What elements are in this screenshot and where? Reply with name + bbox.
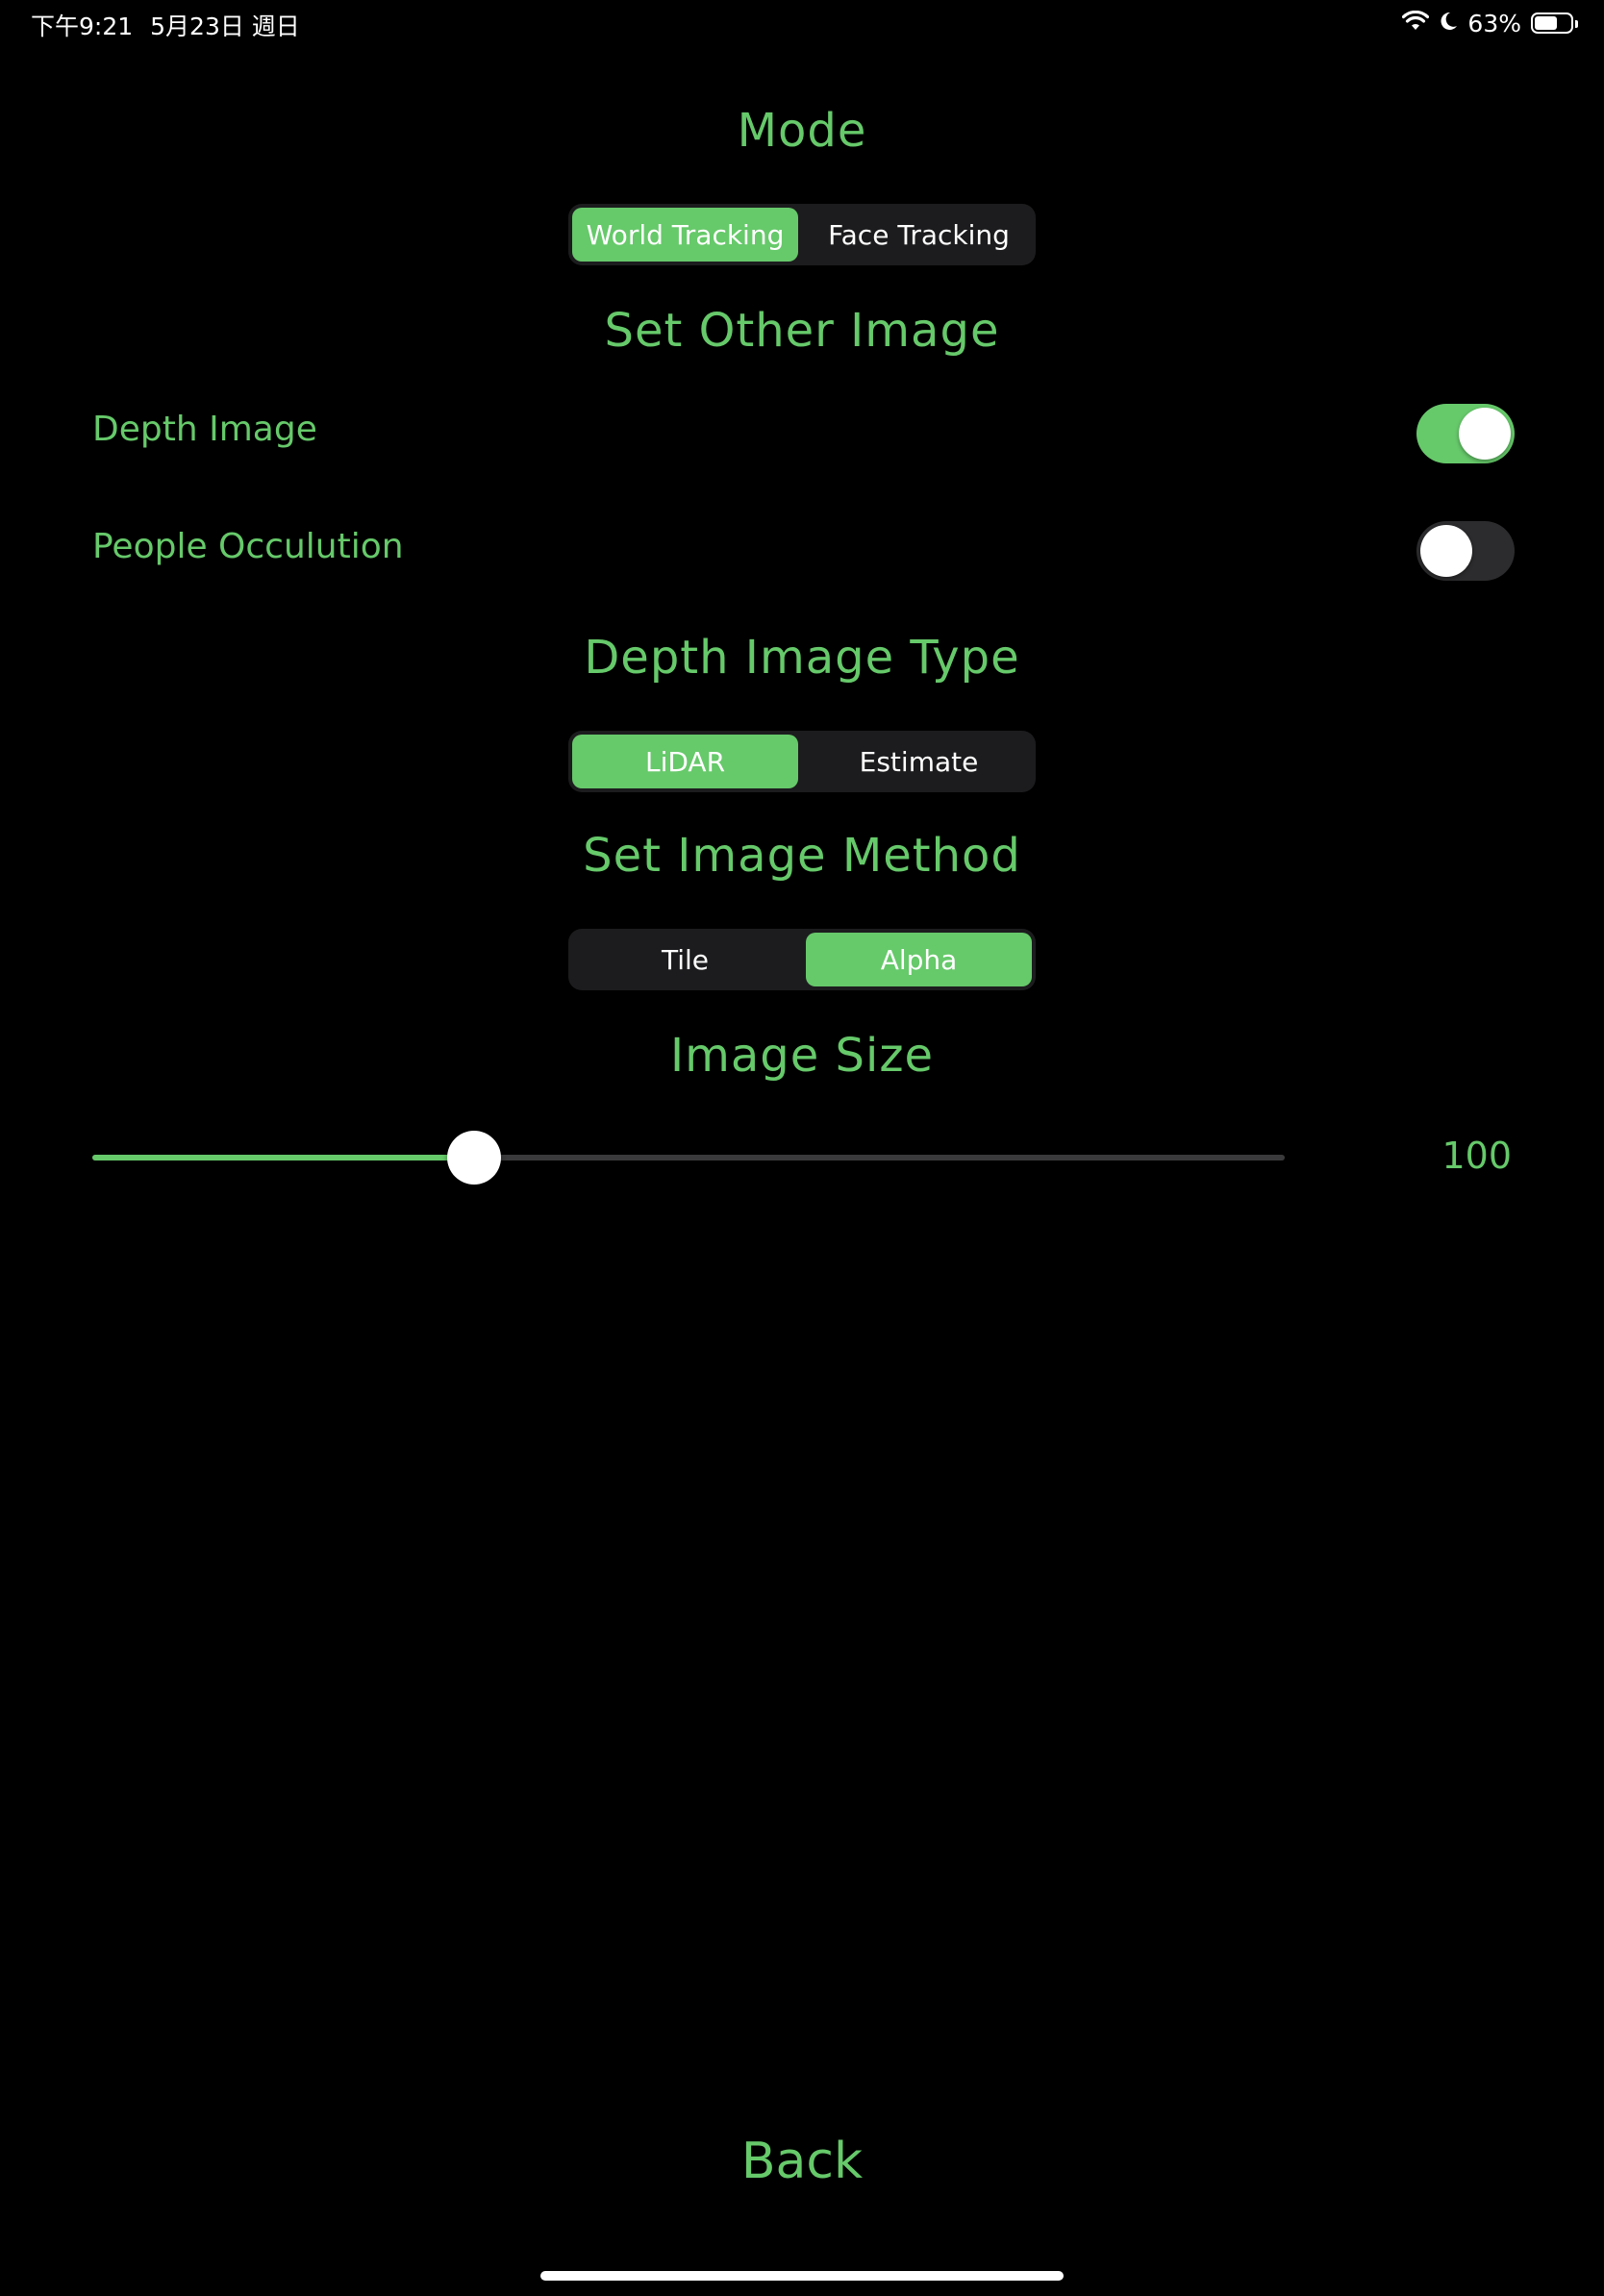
segment-face-tracking[interactable]: Face Tracking (806, 208, 1032, 262)
people-occlusion-toggle[interactable] (1416, 521, 1515, 581)
slider-thumb[interactable] (446, 1131, 501, 1185)
depth-type-segmented-control: LiDAR Estimate (568, 731, 1036, 792)
depth-image-label: Depth Image (92, 410, 317, 449)
toggle-knob (1459, 408, 1511, 460)
slider-fill (92, 1155, 474, 1160)
image-size-heading: Image Size (669, 1029, 935, 1083)
image-method-segmented-control: Tile Alpha (568, 929, 1036, 990)
toggle-knob (1420, 525, 1472, 577)
wifi-icon (1402, 10, 1430, 37)
battery-icon (1531, 12, 1578, 34)
status-indicators: 63% (1402, 6, 1578, 40)
mode-heading: Mode (737, 104, 867, 158)
status-bar: 下午9:21 5月23日 週日 63% (0, 0, 1604, 48)
segment-world-tracking[interactable]: World Tracking (572, 208, 798, 262)
segment-alpha[interactable]: Alpha (806, 933, 1032, 986)
mode-segmented-control: World Tracking Face Tracking (568, 204, 1036, 265)
depth-image-toggle[interactable] (1416, 404, 1515, 463)
home-indicator (540, 2271, 1064, 2281)
set-other-image-heading: Set Other Image (604, 304, 1000, 358)
segment-estimate[interactable]: Estimate (806, 735, 1032, 788)
moon-icon (1439, 10, 1458, 37)
status-time-date: 下午9:21 5月23日 週日 (31, 8, 317, 42)
battery-percent: 63% (1467, 9, 1521, 37)
image-size-value: 100 (1441, 1135, 1512, 1177)
depth-image-type-heading: Depth Image Type (584, 631, 1020, 685)
image-size-slider[interactable] (92, 1131, 1285, 1185)
segment-tile[interactable]: Tile (572, 933, 798, 986)
segment-lidar[interactable]: LiDAR (572, 735, 798, 788)
status-time: 下午9:21 (31, 12, 134, 40)
people-occlusion-label: People Occulution (92, 527, 404, 566)
back-button[interactable]: Back (0, 2133, 1604, 2190)
status-date: 5月23日 週日 (150, 12, 300, 40)
set-image-method-heading: Set Image Method (583, 829, 1021, 883)
